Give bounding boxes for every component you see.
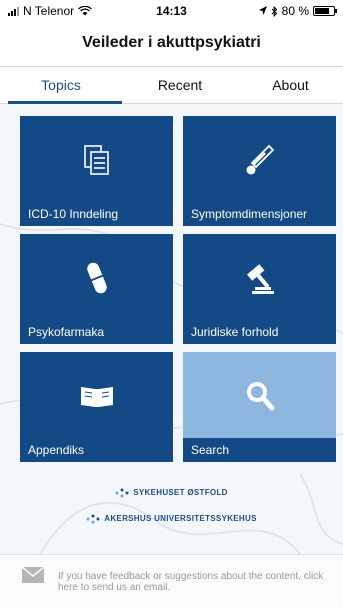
app-title: Veileder i akuttpsykiatri xyxy=(82,34,261,51)
tile-psykofarmaka[interactable]: Psykofarmaka xyxy=(20,234,173,344)
tile-label: ICD-10 Inndeling xyxy=(28,207,119,221)
tile-symptomdimensjoner[interactable]: Symptomdimensjoner xyxy=(183,116,336,226)
hospital-logo-icon xyxy=(115,488,129,498)
battery-fill xyxy=(315,8,330,14)
battery-icon xyxy=(313,6,337,16)
gavel-icon xyxy=(183,260,336,296)
document-icon xyxy=(20,142,173,178)
battery-percent: 80 % xyxy=(281,4,309,18)
tile-label: Juridiske forhold xyxy=(191,325,279,339)
logo-akershus: AKERSHUS UNIVERSITETSSYKEHUS xyxy=(0,514,343,524)
tile-appendiks[interactable]: Appendiks xyxy=(20,352,173,462)
pill-icon xyxy=(20,260,173,296)
bluetooth-icon xyxy=(271,5,277,17)
tile-label: Symptomdimensjoner xyxy=(191,207,308,221)
feedback-footer[interactable]: If you have feedback or suggestions abou… xyxy=(0,554,343,607)
status-bar: N Telenor 14:13 80 % xyxy=(0,0,343,22)
thermometer-icon xyxy=(183,142,336,178)
tile-search[interactable]: Search xyxy=(183,352,336,462)
logo-text: AKERSHUS UNIVERSITETSSYKEHUS xyxy=(104,514,257,524)
tab-about[interactable]: About xyxy=(238,67,343,104)
logo-text: SYKEHUSET ØSTFOLD xyxy=(133,488,228,498)
search-icon xyxy=(183,378,336,414)
location-icon xyxy=(258,6,267,15)
tab-recent[interactable]: Recent xyxy=(122,67,238,104)
feedback-text[interactable]: If you have feedback or suggestions abou… xyxy=(58,571,333,593)
tile-icd10[interactable]: ICD-10 Inndeling xyxy=(20,116,173,226)
mail-icon xyxy=(22,567,44,583)
tile-label: Appendiks xyxy=(28,443,85,457)
status-right: 80 % xyxy=(258,4,337,18)
tile-label: Psykofarmaka xyxy=(28,325,105,339)
book-icon xyxy=(20,378,173,414)
tile-juridiske-forhold[interactable]: Juridiske forhold xyxy=(183,234,336,344)
tile-label: Search xyxy=(183,438,336,462)
hospital-logo-icon xyxy=(86,514,100,524)
tab-topics[interactable]: Topics xyxy=(0,67,122,104)
tab-bar: Topics Recent About xyxy=(0,66,343,104)
logo-sykehuset-ostfold: SYKEHUSET ØSTFOLD xyxy=(0,488,343,498)
topics-grid: ICD-10 Inndeling Symptomdimensjoner Psyk… xyxy=(0,104,343,554)
